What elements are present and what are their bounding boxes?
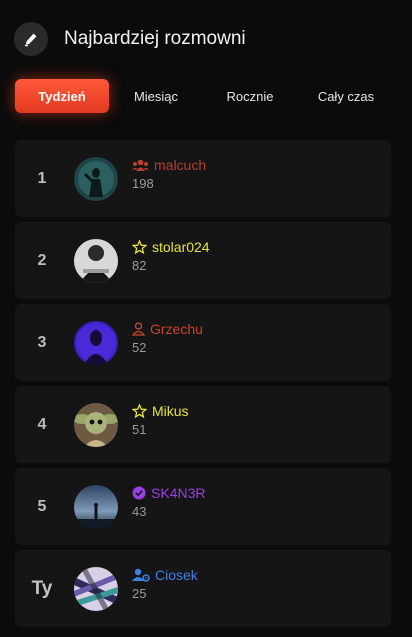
- user-icon: [132, 322, 145, 336]
- message-count: 82: [132, 258, 147, 273]
- page-title: Najbardziej rozmowni: [64, 28, 246, 49]
- username[interactable]: Mikus: [152, 403, 189, 419]
- message-count: 51: [132, 422, 147, 437]
- tab-week[interactable]: Tydzień: [15, 79, 109, 113]
- rank: 5: [37, 497, 47, 515]
- message-count: 25: [132, 586, 147, 601]
- leaderboard-list: 1 malcuch 198 2 stolar024 82 3 Grzechu 5…: [15, 140, 391, 632]
- star-icon: [132, 404, 147, 418]
- tab-year[interactable]: Rocznie: [203, 79, 297, 113]
- avatar[interactable]: [74, 238, 118, 283]
- rank: Ty: [31, 577, 53, 599]
- avatar[interactable]: [74, 484, 118, 529]
- username[interactable]: malcuch: [154, 157, 206, 173]
- star-icon: [132, 240, 147, 254]
- period-tabs: Tydzień Miesiąc Rocznie Cały czas: [15, 79, 395, 113]
- username[interactable]: Grzechu: [150, 321, 203, 337]
- list-item[interactable]: 1 malcuch 198: [15, 140, 391, 217]
- rank: 4: [37, 415, 47, 433]
- list-item[interactable]: 4 Mikus 51: [15, 386, 391, 463]
- list-item[interactable]: 2 stolar024 82: [15, 222, 391, 299]
- list-item-current-user[interactable]: Ty Ciosek 25: [15, 550, 391, 627]
- avatar[interactable]: [74, 156, 118, 201]
- message-count: 198: [132, 176, 154, 191]
- username[interactable]: Ciosek: [155, 567, 198, 583]
- pen-icon: [14, 22, 48, 56]
- username[interactable]: stolar024: [152, 239, 210, 255]
- message-count: 43: [132, 504, 147, 519]
- avatar[interactable]: [74, 402, 118, 447]
- tab-month[interactable]: Miesiąc: [109, 79, 203, 113]
- username[interactable]: SK4N3R: [151, 485, 205, 501]
- user-cog-icon: [132, 568, 150, 582]
- rank: 3: [37, 333, 47, 351]
- avatar[interactable]: [74, 566, 118, 611]
- users-icon: [132, 159, 149, 171]
- list-item[interactable]: 5 SK4N3R 43: [15, 468, 391, 545]
- avatar[interactable]: [74, 320, 118, 365]
- verified-icon: [132, 486, 146, 500]
- list-item[interactable]: 3 Grzechu 52: [15, 304, 391, 381]
- message-count: 52: [132, 340, 147, 355]
- rank: 2: [37, 251, 47, 269]
- header: Najbardziej rozmowni: [14, 22, 246, 56]
- tab-all-time[interactable]: Cały czas: [297, 79, 395, 113]
- rank: 1: [37, 169, 47, 187]
